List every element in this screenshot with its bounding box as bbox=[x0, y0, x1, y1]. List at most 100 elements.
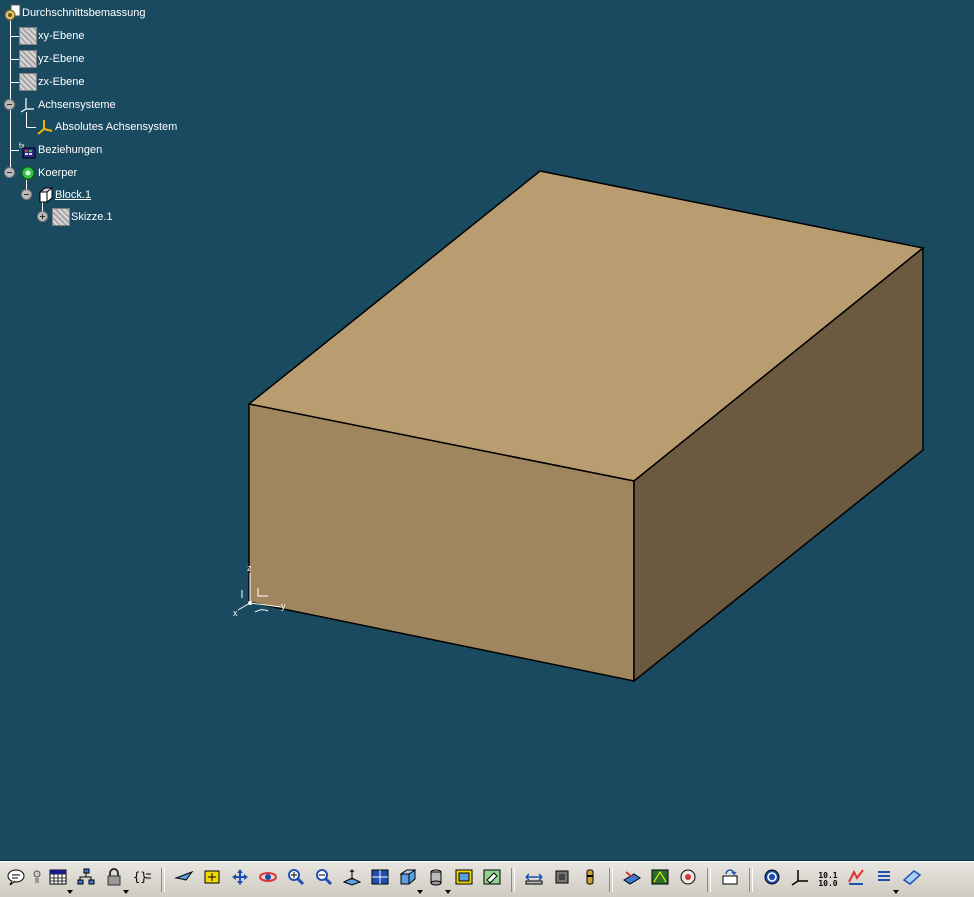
plane-icon bbox=[19, 27, 37, 45]
pan-button[interactable] bbox=[228, 868, 252, 892]
fly-mode-button[interactable] bbox=[172, 868, 196, 892]
sketcher-icon bbox=[762, 868, 782, 891]
precision-bottom-text: 10.0 bbox=[818, 878, 838, 888]
tree-item-zx-plane[interactable]: zx-Ebene bbox=[19, 73, 84, 91]
rotate-icon bbox=[258, 868, 278, 891]
tree-item-absolute-axis-system[interactable]: Absolutes Achsensystem bbox=[36, 118, 177, 136]
grid-icon bbox=[48, 868, 68, 891]
update-icon bbox=[720, 868, 740, 891]
render-icon bbox=[650, 868, 670, 891]
tree-root-label: Durchschnittsbemassung bbox=[22, 7, 146, 19]
pan-icon bbox=[230, 868, 250, 891]
swap-visible-button[interactable] bbox=[480, 868, 504, 892]
fit-all-icon bbox=[202, 868, 222, 891]
list-icon bbox=[874, 868, 894, 891]
tree-item-label: Koerper bbox=[38, 167, 78, 179]
formula-icon: {} bbox=[132, 868, 152, 891]
zoom-out-icon bbox=[314, 868, 334, 891]
inertia-icon bbox=[552, 868, 572, 891]
tree-item-label: zx-Ebene bbox=[38, 76, 85, 88]
iso-view-icon bbox=[398, 868, 418, 891]
constraint-icon bbox=[580, 868, 600, 891]
formula-button[interactable]: {} bbox=[130, 868, 154, 892]
collapse-pad-toggle[interactable] bbox=[21, 189, 32, 200]
apply-material-icon bbox=[622, 868, 642, 891]
plane-button[interactable] bbox=[900, 868, 924, 892]
tree-item-label: Block.1 bbox=[55, 189, 92, 201]
bulb-button[interactable] bbox=[32, 868, 42, 892]
tree-item-label: Skizze.1 bbox=[71, 211, 113, 223]
plane-icon bbox=[19, 73, 37, 91]
render-button[interactable] bbox=[648, 868, 672, 892]
measure-icon bbox=[524, 868, 544, 891]
constraint-button[interactable] bbox=[578, 868, 602, 892]
iso-view-button[interactable] bbox=[396, 868, 423, 894]
tree-item-label: yz-Ebene bbox=[38, 53, 85, 65]
sketch-icon bbox=[52, 208, 70, 226]
svg-text:{}: {} bbox=[133, 870, 147, 884]
body-gear-icon bbox=[19, 164, 37, 182]
sketcher-button[interactable] bbox=[760, 868, 784, 892]
analysis-button[interactable] bbox=[844, 868, 868, 892]
tree-item-yz-plane[interactable]: yz-Ebene bbox=[19, 50, 84, 68]
shading-button[interactable] bbox=[424, 868, 451, 894]
swap-visible-icon bbox=[482, 868, 502, 891]
hide-show-icon bbox=[454, 868, 474, 891]
tree-item-sketch[interactable]: Skizze.1 bbox=[52, 208, 113, 226]
plane-icon bbox=[19, 50, 37, 68]
tree-item-label: Beziehungen bbox=[38, 144, 103, 156]
normal-view-button[interactable] bbox=[340, 868, 364, 892]
precision-icon: 10.1 10.0 bbox=[818, 871, 838, 888]
tree-root[interactable]: Durchschnittsbemassung bbox=[3, 4, 146, 22]
axis-system-button[interactable] bbox=[788, 868, 812, 892]
tree-item-label: Achsensysteme bbox=[38, 99, 116, 111]
tree-item-body[interactable]: Koerper bbox=[19, 164, 77, 182]
axis-system-icon bbox=[790, 868, 810, 891]
expand-sketch-toggle[interactable] bbox=[37, 211, 48, 222]
3d-viewport[interactable]: z y x Durchschnittsbemassung xy-Ebene yz… bbox=[0, 0, 974, 861]
collapse-axis-systems-toggle[interactable] bbox=[4, 99, 15, 110]
absolute-axis-icon bbox=[36, 118, 54, 136]
tree-expand-icon bbox=[76, 868, 96, 891]
tree-item-relations[interactable]: fx Beziehungen bbox=[19, 141, 102, 159]
tree-expand-button[interactable] bbox=[74, 868, 98, 892]
tree-item-xy-plane[interactable]: xy-Ebene bbox=[19, 27, 84, 45]
zoom-in-button[interactable] bbox=[284, 868, 308, 892]
lock-icon bbox=[104, 868, 124, 891]
zoom-out-button[interactable] bbox=[312, 868, 336, 892]
texture-button[interactable] bbox=[676, 868, 700, 892]
update-button[interactable] bbox=[718, 868, 742, 892]
fly-mode-icon bbox=[174, 868, 194, 891]
fit-all-button[interactable] bbox=[200, 868, 224, 892]
grid-button[interactable] bbox=[46, 868, 73, 894]
tree-item-pad[interactable]: Block.1 bbox=[36, 186, 91, 204]
part-root-icon bbox=[3, 4, 21, 22]
precision-button[interactable]: 10.1 10.0 bbox=[816, 868, 840, 892]
tree-item-label: Absolutes Achsensystem bbox=[55, 121, 178, 133]
measure-button[interactable] bbox=[522, 868, 546, 892]
compass-z-label: z bbox=[247, 563, 252, 573]
texture-icon bbox=[678, 868, 698, 891]
bulb-icon bbox=[33, 868, 41, 891]
pad-icon bbox=[36, 186, 54, 204]
compass-y-label: y bbox=[281, 601, 286, 611]
comment-button[interactable] bbox=[4, 868, 28, 892]
plane-icon bbox=[902, 868, 922, 891]
bottom-toolbar: {} 10.1 10.0 bbox=[0, 861, 974, 897]
hide-show-button[interactable] bbox=[452, 868, 476, 892]
inertia-button[interactable] bbox=[550, 868, 574, 892]
tree-item-label: xy-Ebene bbox=[38, 30, 85, 42]
shading-icon bbox=[426, 868, 446, 891]
tree-item-axis-systems[interactable]: Achsensysteme bbox=[19, 96, 116, 114]
rotate-button[interactable] bbox=[256, 868, 280, 892]
lock-button[interactable] bbox=[102, 868, 129, 894]
axis-system-icon bbox=[19, 96, 37, 114]
multi-view-button[interactable] bbox=[368, 868, 392, 892]
relations-icon: fx bbox=[19, 141, 37, 159]
specification-tree[interactable]: Durchschnittsbemassung xy-Ebene yz-Ebene… bbox=[0, 0, 260, 240]
collapse-body-toggle[interactable] bbox=[4, 167, 15, 178]
compass-x-label: x bbox=[233, 608, 238, 618]
normal-view-icon bbox=[342, 868, 362, 891]
apply-material-button[interactable] bbox=[620, 868, 644, 892]
list-button[interactable] bbox=[872, 868, 899, 894]
